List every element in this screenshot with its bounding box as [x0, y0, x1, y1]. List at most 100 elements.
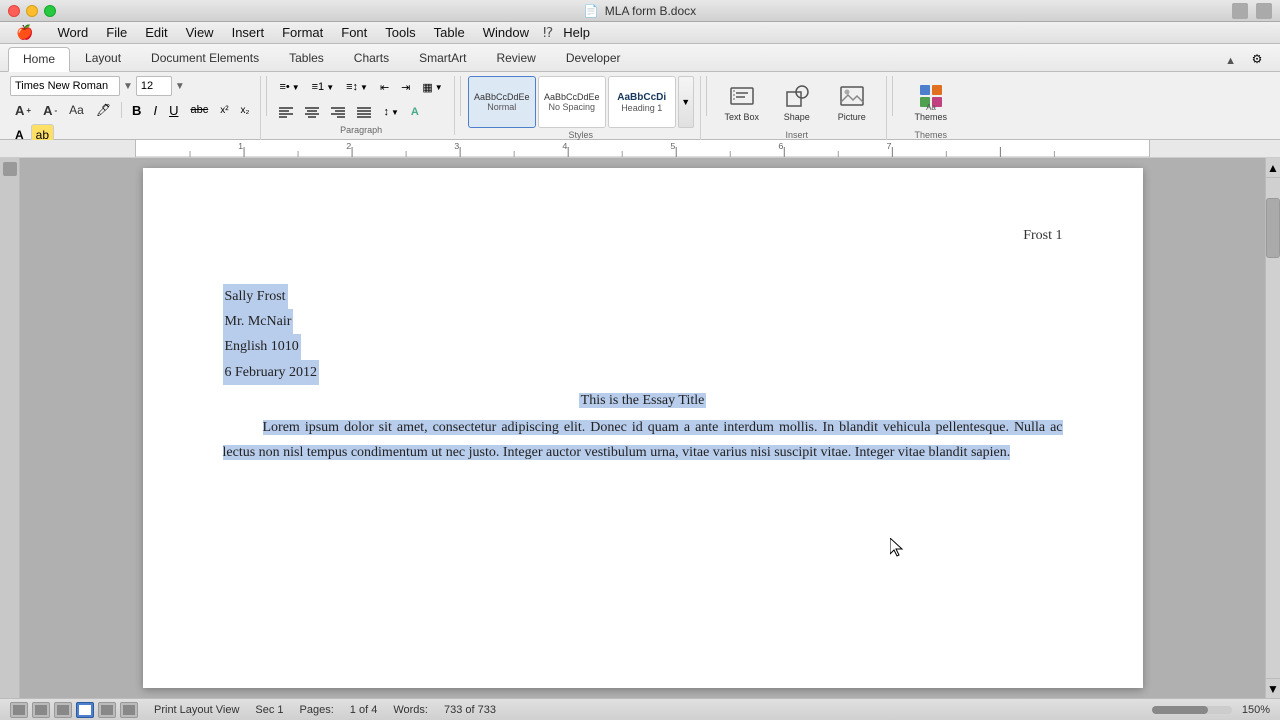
shape-insert-button[interactable]: Shape: [771, 76, 823, 128]
tab-document-elements[interactable]: Document Elements: [136, 46, 274, 71]
font-size-dropdown-arrow[interactable]: ▼: [175, 81, 185, 92]
indent-in-button[interactable]: ⇥: [396, 76, 415, 98]
scroll-area[interactable]: Frost 1 Sally Frost Mr. McNair English 1…: [20, 158, 1265, 698]
view-web-button[interactable]: [98, 702, 116, 718]
numbering-button[interactable]: ≡1▼: [307, 76, 339, 98]
change-case-button[interactable]: Aa: [64, 99, 89, 121]
section-label: Sec 1: [255, 704, 283, 716]
scrollbar-thumb[interactable]: [1266, 198, 1280, 258]
picture-insert-button[interactable]: Picture: [826, 76, 878, 128]
align-center-button[interactable]: [300, 101, 324, 123]
right-scrollbar[interactable]: ▲ ▼: [1265, 158, 1280, 698]
sidebar-tool-1[interactable]: [3, 162, 17, 176]
ribbon-settings-icon[interactable]: ⚙: [1242, 47, 1272, 71]
menu-font[interactable]: Font: [333, 23, 375, 42]
shading-button[interactable]: A: [406, 101, 424, 123]
style-heading1[interactable]: AaBbCcDi Heading 1: [608, 76, 676, 128]
view-print-button[interactable]: [76, 702, 94, 718]
menu-view[interactable]: View: [178, 23, 222, 42]
bold-button[interactable]: B: [127, 99, 146, 121]
svg-text:3: 3: [454, 141, 459, 150]
left-sidebar: [0, 158, 20, 698]
ribbon-toolbar: ▼ ▼ A+ A- Aa 🖊 B I U abc x² x₂ A ab: [0, 72, 1280, 140]
view-outline-button[interactable]: [32, 702, 50, 718]
view-focus-button[interactable]: [120, 702, 138, 718]
mouse-cursor: [890, 538, 894, 542]
clear-format-button[interactable]: 🖊: [91, 99, 116, 121]
menu-tools[interactable]: Tools: [377, 23, 423, 42]
font-shrink-button[interactable]: A-: [38, 99, 62, 121]
align-left-button[interactable]: [274, 101, 298, 123]
paragraph-group: ≡•▼ ≡1▼ ≡↕▼ ⇤ ⇥ ▦▼ ↕▼: [272, 76, 454, 135]
subscript-button[interactable]: x₂: [236, 99, 255, 121]
italic-button[interactable]: I: [148, 99, 162, 121]
insert-group-label: Insert: [785, 130, 808, 140]
menu-insert[interactable]: Insert: [224, 23, 273, 42]
line-spacing-button[interactable]: ↕▼: [378, 101, 403, 123]
styles-group-label: Styles: [568, 130, 593, 140]
themes-button[interactable]: Aa Themes: [905, 76, 957, 128]
multilevel-button[interactable]: ≡↕▼: [341, 76, 373, 98]
style-heading1-preview: AaBbCcDi: [617, 92, 666, 103]
align-right-button[interactable]: [326, 101, 350, 123]
menu-window[interactable]: Window: [475, 23, 537, 42]
scrollbar-up-arrow[interactable]: ▲: [1266, 158, 1280, 178]
menu-word[interactable]: Word: [49, 23, 96, 42]
justify-button[interactable]: [352, 101, 376, 123]
mla-info-block: Sally Frost Mr. McNair English 1010 6 Fe…: [223, 284, 1063, 385]
font-grow-button[interactable]: A+: [10, 99, 36, 121]
svg-text:6: 6: [778, 141, 783, 150]
tab-home[interactable]: Home: [8, 47, 70, 72]
tab-layout[interactable]: Layout: [70, 46, 136, 71]
menu-format[interactable]: Format: [274, 23, 331, 42]
tab-developer[interactable]: Developer: [551, 46, 636, 71]
tab-charts[interactable]: Charts: [339, 46, 404, 71]
maximize-button[interactable]: [44, 5, 56, 17]
minimize-button[interactable]: [26, 5, 38, 17]
ribbon-tabs: Home Layout Document Elements Tables Cha…: [0, 44, 1280, 72]
course-name: English 1010: [223, 334, 301, 359]
style-no-spacing[interactable]: AaBbCcDdEe No Spacing: [538, 76, 606, 128]
style-normal[interactable]: AaBbCcDdEe Normal: [468, 76, 536, 128]
font-name-input[interactable]: [10, 76, 120, 96]
font-name-dropdown-arrow[interactable]: ▼: [123, 81, 133, 92]
instructor-line: Mr. McNair: [223, 309, 1063, 334]
tab-smartart[interactable]: SmartArt: [404, 46, 481, 71]
zoom-bar[interactable]: [1152, 706, 1232, 714]
textbox-label: Text Box: [724, 112, 759, 122]
style-no-spacing-preview: AaBbCcDdEe: [544, 93, 600, 102]
picture-icon: [838, 82, 866, 110]
scrollbar-track[interactable]: [1266, 258, 1280, 678]
menu-file[interactable]: File: [98, 23, 135, 42]
borders-button[interactable]: ▦▼: [417, 76, 447, 98]
indent-out-button[interactable]: ⇤: [375, 76, 394, 98]
ruler-inner[interactable]: 1 2 3 4 5 6 7: [135, 140, 1150, 157]
styles-gallery-arrow[interactable]: ▼: [678, 76, 694, 128]
resize-icon[interactable]: [1256, 3, 1272, 19]
menu-table[interactable]: Table: [426, 23, 473, 42]
help-icon[interactable]: ⁉: [543, 24, 553, 41]
strikethrough-button[interactable]: abc: [185, 99, 213, 121]
underline-button[interactable]: U: [164, 99, 183, 121]
body-paragraph: Lorem ipsum dolor sit amet, consectetur …: [223, 420, 1063, 460]
author-name: Sally Frost: [223, 284, 288, 309]
font-size-input[interactable]: [136, 76, 172, 96]
tab-review[interactable]: Review: [481, 46, 550, 71]
view-label: Print Layout View: [154, 704, 239, 716]
close-button[interactable]: [8, 5, 20, 17]
scrollbar-down-arrow[interactable]: ▼: [1266, 678, 1280, 698]
bullets-button[interactable]: ≡•▼: [274, 76, 304, 98]
textbox-insert-button[interactable]: Text Box: [716, 76, 768, 128]
insert-group: Text Box Shape: [712, 76, 887, 140]
textbox-icon: [728, 82, 756, 110]
fullscreen-icon[interactable]: [1232, 3, 1248, 19]
body-text-block[interactable]: Lorem ipsum dolor sit amet, consectetur …: [223, 415, 1063, 465]
view-publish-button[interactable]: [54, 702, 72, 718]
apple-menu[interactable]: 🍎: [8, 22, 41, 43]
ribbon-collapse-button[interactable]: ▲: [1219, 51, 1242, 71]
tab-tables[interactable]: Tables: [274, 46, 339, 71]
superscript-button[interactable]: x²: [215, 99, 233, 121]
menu-edit[interactable]: Edit: [137, 23, 175, 42]
menu-help[interactable]: Help: [555, 23, 598, 42]
view-draft-button[interactable]: [10, 702, 28, 718]
